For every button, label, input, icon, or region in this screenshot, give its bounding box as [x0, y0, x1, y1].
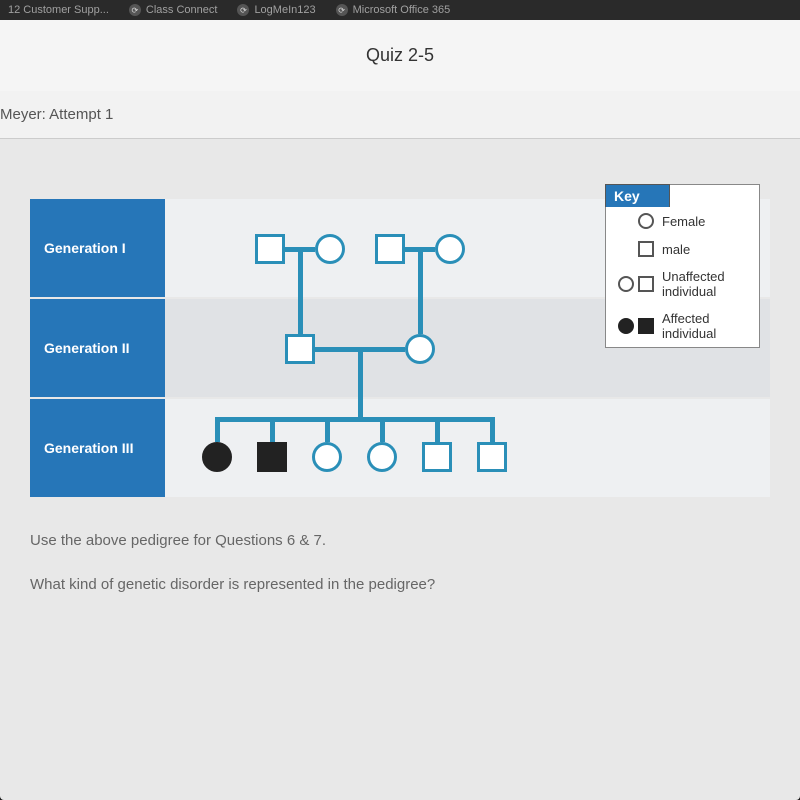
- male-square-icon: [285, 334, 315, 364]
- connector-line: [215, 417, 220, 442]
- key-label: Unaffected individual: [662, 269, 751, 299]
- connector-line: [490, 417, 495, 442]
- connector-line: [435, 417, 440, 442]
- key-row-affected: Affected individual: [606, 305, 759, 347]
- female-circle-icon: [367, 442, 397, 472]
- question-instruction: Use the above pedigree for Questions 6 &…: [30, 529, 770, 553]
- female-affected-icon: [202, 442, 232, 472]
- bookmark-label: Class Connect: [146, 4, 218, 16]
- bookmark-label: Microsoft Office 365: [353, 4, 451, 16]
- connector-line: [215, 417, 490, 422]
- bookmark-customer-supp[interactable]: 12 Customer Supp...: [8, 4, 109, 16]
- bookmark-label: LogMeIn123: [254, 4, 315, 16]
- connector-line: [358, 399, 363, 417]
- question-prompt: What kind of genetic disorder is represe…: [30, 573, 770, 597]
- female-circle-icon: [315, 234, 345, 264]
- legend-key: Key Female male Unaffected: [605, 184, 760, 348]
- legend-affected-square-icon: [638, 318, 654, 334]
- legend-male-icon: [638, 241, 654, 257]
- legend-female-icon: [638, 213, 654, 229]
- key-header: Key: [605, 184, 670, 207]
- connector-line: [298, 299, 303, 334]
- legend-affected-circle-icon: [618, 318, 634, 334]
- male-square-icon: [422, 442, 452, 472]
- key-row-female: Female: [606, 207, 759, 235]
- bookmark-icon: ⟳: [129, 4, 141, 16]
- connector-line: [325, 417, 330, 442]
- connector-line: [380, 417, 385, 442]
- gen3-row: [165, 399, 770, 499]
- bookmark-icon: ⟳: [237, 4, 249, 16]
- male-affected-icon: [257, 442, 287, 472]
- connector-line: [418, 252, 423, 299]
- key-row-unaffected: Unaffected individual: [606, 263, 759, 305]
- female-circle-icon: [312, 442, 342, 472]
- key-row-male: male: [606, 235, 759, 263]
- page-content: Quiz 2-5 Meyer: Attempt 1 Generation I G…: [0, 20, 800, 800]
- female-circle-icon: [405, 334, 435, 364]
- bookmarks-bar: 12 Customer Supp... ⟳ Class Connect ⟳ Lo…: [0, 0, 800, 20]
- gen2-label: Generation II: [30, 299, 165, 399]
- gen1-label: Generation I: [30, 199, 165, 299]
- connector-line: [418, 299, 423, 334]
- connector-line: [358, 352, 363, 399]
- pedigree-chart: Generation I Generation II Generation II…: [30, 199, 770, 499]
- legend-unaffected-circle-icon: [618, 276, 634, 292]
- bookmark-icon: ⟳: [336, 4, 348, 16]
- attempt-info: Meyer: Attempt 1: [0, 91, 800, 139]
- key-label: Affected individual: [662, 311, 751, 341]
- key-label: male: [662, 242, 690, 257]
- male-square-icon: [255, 234, 285, 264]
- connector-line: [298, 252, 303, 299]
- monitor-frame: 12 Customer Supp... ⟳ Class Connect ⟳ Lo…: [0, 0, 800, 800]
- quiz-title: Quiz 2-5: [0, 20, 800, 91]
- female-circle-icon: [435, 234, 465, 264]
- key-label: Female: [662, 214, 705, 229]
- male-square-icon: [375, 234, 405, 264]
- legend-unaffected-square-icon: [638, 276, 654, 292]
- bookmark-class-connect[interactable]: ⟳ Class Connect: [129, 4, 218, 16]
- generation-labels: Generation I Generation II Generation II…: [30, 199, 165, 499]
- connector-line: [270, 417, 275, 442]
- bookmark-logmein[interactable]: ⟳ LogMeIn123: [237, 4, 315, 16]
- chart-area: Key Female male Unaffected: [165, 199, 770, 499]
- bookmark-office365[interactable]: ⟳ Microsoft Office 365: [336, 4, 451, 16]
- bookmark-label: 12 Customer Supp...: [8, 4, 109, 16]
- gen3-label: Generation III: [30, 399, 165, 499]
- male-square-icon: [477, 442, 507, 472]
